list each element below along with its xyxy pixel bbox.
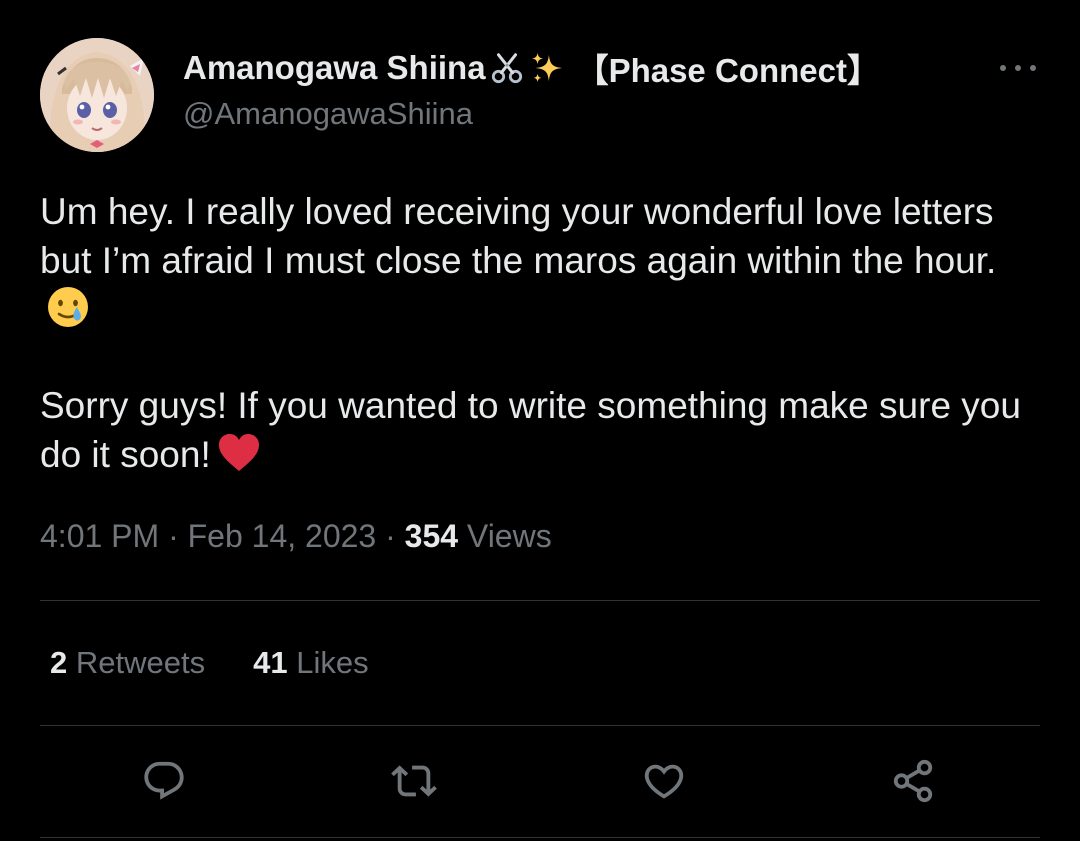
retweets-label: Retweets bbox=[75, 645, 206, 680]
tweet: Amanogawa Shiina 【Phase Connect】 @Amanog… bbox=[0, 0, 1080, 841]
views-count: 354 bbox=[404, 518, 459, 554]
reply-button[interactable] bbox=[138, 755, 190, 807]
tweet-paragraph-2-text: Sorry guys! If you wanted to write somet… bbox=[40, 385, 1021, 475]
more-options-icon[interactable] bbox=[996, 56, 1040, 80]
like-icon bbox=[644, 764, 684, 799]
views-label: Views bbox=[466, 518, 552, 554]
share-icon bbox=[893, 759, 933, 803]
scissors-emoji-icon bbox=[488, 49, 526, 87]
retweets-stat[interactable]: 2 Retweets bbox=[50, 645, 205, 681]
retweets-count: 2 bbox=[50, 645, 68, 680]
retweet-icon bbox=[391, 765, 437, 797]
divider bbox=[40, 600, 1040, 601]
likes-label: Likes bbox=[296, 645, 369, 680]
likes-count: 41 bbox=[253, 645, 288, 680]
org-tag: 【Phase Connect】 bbox=[575, 52, 880, 89]
reply-icon bbox=[144, 761, 184, 800]
action-bar bbox=[0, 755, 1080, 807]
likes-stat[interactable]: 41 Likes bbox=[253, 645, 368, 681]
tweet-paragraph-1-text: Um hey. I really loved receiving your wo… bbox=[40, 191, 997, 281]
crying-smile-emoji-icon bbox=[46, 285, 90, 329]
divider bbox=[40, 725, 1040, 726]
tweet-time[interactable]: 4:01 PM bbox=[40, 518, 159, 554]
divider bbox=[40, 837, 1040, 838]
share-button[interactable] bbox=[887, 755, 939, 807]
author-handle[interactable]: @AmanogawaShiina bbox=[183, 96, 473, 132]
author-name-line[interactable]: Amanogawa Shiina 【Phase Connect】 bbox=[183, 46, 880, 90]
anime-girl-avatar-icon bbox=[40, 38, 154, 152]
engagement-stats: 2 Retweets 41 Likes bbox=[50, 645, 417, 681]
tweet-paragraph-1: Um hey. I really loved receiving your wo… bbox=[40, 188, 1040, 334]
red-heart-emoji-icon bbox=[217, 431, 261, 475]
display-name[interactable]: Amanogawa Shiina bbox=[183, 49, 486, 87]
tweet-text: Um hey. I really loved receiving your wo… bbox=[40, 188, 1040, 479]
meta-separator: · bbox=[168, 518, 179, 554]
sparkles-emoji-icon bbox=[528, 49, 566, 87]
avatar[interactable] bbox=[40, 38, 154, 152]
tweet-date[interactable]: Feb 14, 2023 bbox=[188, 518, 377, 554]
meta-separator: · bbox=[385, 518, 396, 554]
like-button[interactable] bbox=[638, 755, 690, 807]
retweet-button[interactable] bbox=[388, 755, 440, 807]
tweet-meta: 4:01 PM · Feb 14, 2023 · 354 Views bbox=[40, 518, 552, 555]
tweet-paragraph-2: Sorry guys! If you wanted to write somet… bbox=[40, 382, 1040, 479]
